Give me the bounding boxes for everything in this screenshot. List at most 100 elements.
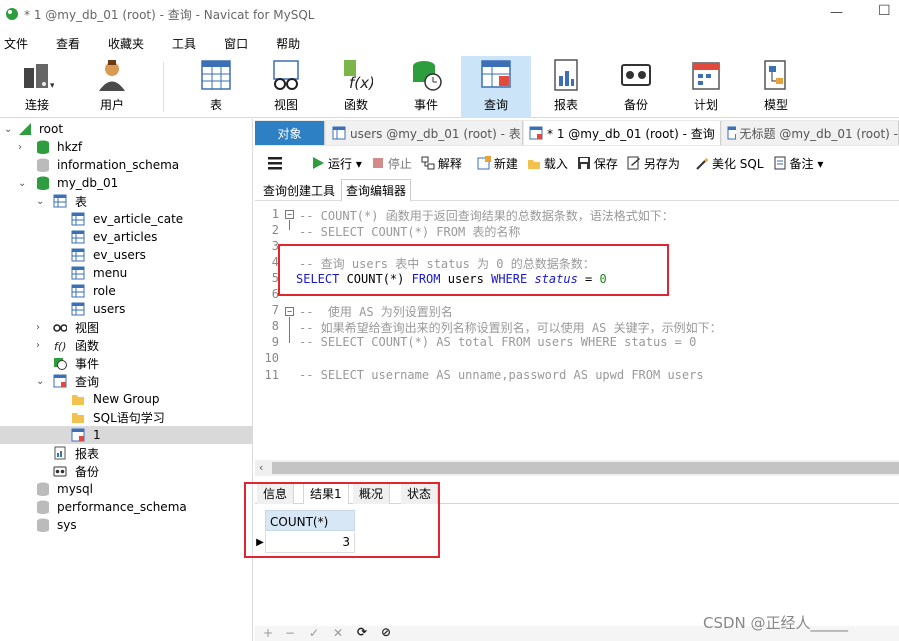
expand-arrow-icon[interactable]: › — [36, 322, 40, 333]
code-line-11: -- SELECT username AS unname,password AS… — [299, 368, 704, 382]
scroll-left-icon[interactable]: ‹ — [259, 461, 263, 474]
tree-item-sys[interactable]: sys — [0, 516, 252, 534]
line-number: 11 — [264, 368, 279, 382]
tree-item-table-ev-users[interactable]: ev_users — [0, 246, 252, 264]
explain-button[interactable]: 解释 — [421, 155, 462, 172]
tab-untitled-query[interactable]: 无标题 @my_db_01 (root) - — [722, 121, 899, 145]
save-button[interactable]: 保存 — [577, 155, 618, 172]
scrollbar-thumb[interactable] — [272, 462, 899, 474]
table-icon — [71, 230, 85, 244]
line-number: 1 — [271, 207, 279, 221]
minimize-button[interactable]: — — [830, 5, 843, 20]
model-button[interactable]: 模型 — [741, 56, 811, 118]
table-icon — [71, 284, 85, 298]
tree-item-events[interactable]: 事件 — [0, 354, 252, 372]
menu-favorites[interactable]: 收藏夹 — [105, 35, 147, 52]
menu-window[interactable]: 窗口 — [221, 35, 251, 52]
apply-changes-button[interactable]: ✓ — [309, 626, 319, 640]
tree-item-backups[interactable]: 备份 — [0, 462, 252, 480]
hamburger-menu-button[interactable] — [267, 156, 283, 170]
query-button[interactable]: 查询 — [461, 56, 531, 118]
tab-users-table[interactable]: users @my_db_01 (root) - 表 — [326, 121, 523, 145]
event-button[interactable]: 事件 — [391, 56, 461, 118]
tree-item-performance-schema[interactable]: performance_schema — [0, 498, 252, 516]
tab-objects[interactable]: 对象 — [255, 121, 325, 145]
collapse-arrow-icon[interactable]: ⌄ — [36, 196, 44, 207]
new-query-button[interactable]: 新建 — [477, 155, 518, 172]
line-number: 5 — [271, 271, 279, 285]
tree-item-information-schema[interactable]: information_schema — [0, 156, 252, 174]
tab-query-1[interactable]: * 1 @my_db_01 (root) - 查询 — [524, 121, 721, 145]
sql-editor[interactable]: 1 2 3 4 5 6 7 8 9 10 11 − − -- COUNT(*) … — [255, 202, 899, 460]
menu-bar: 文件 查看 收藏夹 工具 窗口 帮助 — [0, 33, 899, 53]
tree-item-hkzf[interactable]: › hkzf — [0, 138, 252, 156]
tree-item-views[interactable]: › 视图 — [0, 318, 252, 336]
tree-item-table-ev-articles[interactable]: ev_articles — [0, 228, 252, 246]
tree-item-query-1[interactable]: 1 — [0, 426, 252, 444]
user-button[interactable]: 用户 — [77, 56, 147, 118]
line-number: 7 — [271, 303, 279, 317]
function-button[interactable]: f(x) 函数 — [321, 56, 391, 118]
tree-item-queries[interactable]: ⌄ 查询 — [0, 372, 252, 390]
navicat-logo-icon — [6, 8, 18, 20]
expand-arrow-icon[interactable]: › — [36, 340, 40, 351]
save-as-button[interactable]: 另存为 — [627, 155, 680, 172]
fold-toggle-icon[interactable]: − — [285, 210, 294, 219]
table-button[interactable]: 表 — [181, 56, 251, 118]
maximize-button[interactable]: ☐ — [878, 3, 891, 19]
expand-arrow-icon[interactable]: › — [18, 142, 22, 153]
collapse-arrow-icon[interactable]: ⌄ — [36, 376, 44, 387]
menu-view[interactable]: 查看 — [53, 35, 83, 52]
table-icon — [71, 212, 85, 226]
tree-item-new-group[interactable]: New Group — [0, 390, 252, 408]
tree-item-mysql[interactable]: mysql — [0, 480, 252, 498]
query-action-bar: 运行 ▾ 停止 解释 新建 载入 保存 另存为 ✦ 美化 SQL 备注 ▾ — [255, 148, 899, 178]
menu-file[interactable]: 文件 — [1, 35, 31, 52]
tree-item-table-role[interactable]: role — [0, 282, 252, 300]
watermark: CSDN @正经人_____ — [703, 614, 849, 632]
tree-item-table-users[interactable]: users — [0, 300, 252, 318]
tab-query-editor[interactable]: 查询编辑器 — [341, 179, 412, 201]
view-button[interactable]: 视图 — [251, 56, 321, 118]
svg-text:✦: ✦ — [703, 156, 709, 165]
note-button[interactable]: 备注 ▾ — [773, 155, 823, 172]
collapse-arrow-icon[interactable]: ⌄ — [4, 124, 12, 135]
tree-item-table-ev-article-cate[interactable]: ev_article_cate — [0, 210, 252, 228]
add-record-button[interactable]: + — [263, 626, 273, 640]
view-icon — [273, 60, 299, 90]
query-icon — [727, 126, 736, 140]
beautify-sql-button[interactable]: ✦ 美化 SQL — [695, 155, 764, 172]
code-line-8: -- 如果希望给查询出来的列名称设置别名，可以使用 AS 关键字，示例如下： — [299, 321, 722, 335]
database-icon — [37, 176, 49, 190]
view-icon — [53, 324, 67, 332]
tree-item-reports[interactable]: 报表 — [0, 444, 252, 462]
delete-record-button[interactable]: − — [285, 626, 295, 640]
schedule-button[interactable]: 计划 — [671, 56, 741, 118]
svg-text:▾: ▾ — [50, 81, 54, 91]
tree-item-tables[interactable]: ⌄ 表 — [0, 192, 252, 210]
collapse-arrow-icon[interactable]: ⌄ — [18, 178, 26, 189]
tree-item-root[interactable]: ⌄ root — [0, 120, 252, 138]
tree-item-my-db-01[interactable]: ⌄ my_db_01 — [0, 174, 252, 192]
connect-button[interactable]: ▾ 连接 — [2, 56, 72, 118]
report-button[interactable]: 报表 — [531, 56, 601, 118]
tree-item-functions[interactable]: › f() 函数 — [0, 336, 252, 354]
stop-button[interactable]: 停止 — [371, 155, 412, 172]
tab-query-builder[interactable]: 查询创建工具 — [259, 179, 339, 201]
stop-query-button[interactable]: ⊘ — [381, 625, 391, 639]
table-icon — [53, 194, 67, 208]
run-button[interactable]: 运行 ▾ — [311, 155, 362, 172]
tree-item-table-menu[interactable]: menu — [0, 264, 252, 282]
document-tabs: 对象 users @my_db_01 (root) - 表 * 1 @my_db… — [255, 120, 899, 146]
line-number: 4 — [271, 255, 279, 269]
line-number: 6 — [271, 287, 279, 301]
fold-toggle-icon[interactable]: − — [285, 307, 294, 316]
tree-item-sql-study[interactable]: SQL语句学习 — [0, 408, 252, 426]
menu-help[interactable]: 帮助 — [273, 35, 303, 52]
backup-button[interactable]: 备份 — [601, 56, 671, 118]
toolbar-separator — [163, 62, 164, 112]
load-button[interactable]: 载入 — [527, 155, 568, 172]
menu-tools[interactable]: 工具 — [169, 35, 199, 52]
discard-changes-button[interactable]: ✕ — [333, 626, 343, 640]
refresh-button[interactable]: ⟳ — [357, 625, 367, 639]
